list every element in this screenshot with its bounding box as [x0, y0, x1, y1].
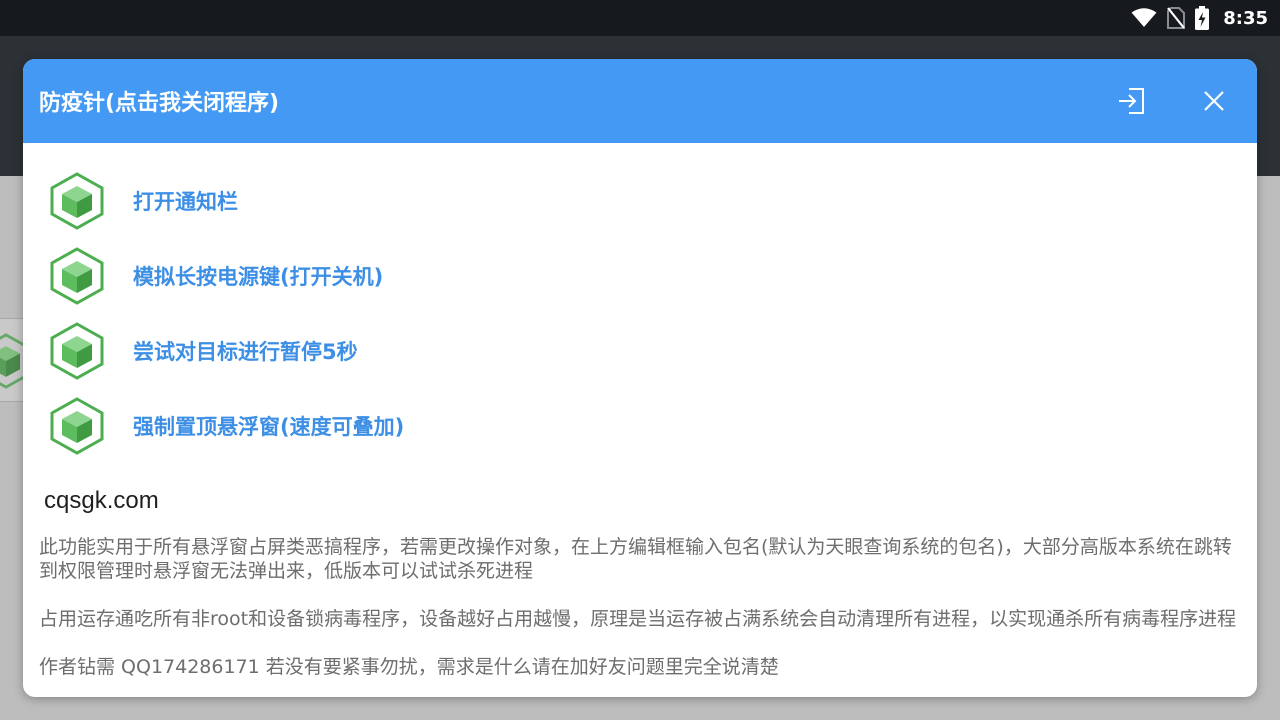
- exit-icon: [1119, 88, 1144, 114]
- menu-item-force-overlay[interactable]: 强制置顶悬浮窗(速度可叠加): [39, 388, 1241, 463]
- battery-charging-icon: [1195, 6, 1210, 30]
- close-icon: [1204, 91, 1224, 111]
- menu-item-label: 强制置顶悬浮窗(速度可叠加): [133, 414, 405, 439]
- close-button[interactable]: [1196, 83, 1232, 119]
- description-memory: 占用运存通吃所有非root和设备锁病毒程序，设备越好占用越慢，原理是当运存被占满…: [39, 608, 1237, 630]
- description-author: 作者钻需 QQ174286171 若没有要紧事勿扰，需求是什么请在加好友问题里完…: [39, 656, 779, 678]
- status-bar: 8:35: [0, 0, 1280, 36]
- status-clock: 8:35: [1223, 7, 1268, 29]
- cube-icon: [50, 171, 104, 230]
- menu-item-open-notification[interactable]: 打开通知栏: [39, 163, 1241, 238]
- dialog-header[interactable]: 防疫针(点击我关闭程序): [23, 59, 1257, 143]
- dialog-body: 打开通知栏 模拟长按电源键(打开关机) 尝试对目标进行暂停5秒 强制置顶悬浮窗(…: [23, 143, 1257, 679]
- no-sim-icon: [1167, 7, 1186, 29]
- cube-icon: [50, 321, 104, 380]
- menu-item-long-press-power[interactable]: 模拟长按电源键(打开关机): [39, 238, 1241, 313]
- description-overlay: 此功能实用于所有悬浮窗占屏类恶搞程序，若需更改操作对象，在上方编辑框输入包名(默…: [39, 536, 1232, 582]
- cube-icon: [50, 396, 104, 455]
- dialog-title[interactable]: 防疫针(点击我关闭程序): [39, 85, 279, 117]
- menu-item-label: 尝试对目标进行暂停5秒: [133, 339, 358, 364]
- dialog: 防疫针(点击我关闭程序) 打开通知栏 模拟长按电源键(打开关机) 尝试对目标进行…: [23, 59, 1257, 697]
- site-text: cqsgk.com: [44, 487, 159, 514]
- wifi-icon: [1131, 8, 1157, 28]
- cube-icon: [50, 246, 104, 305]
- menu-item-pause-target[interactable]: 尝试对目标进行暂停5秒: [39, 313, 1241, 388]
- menu-item-label: 打开通知栏: [133, 189, 238, 214]
- exit-button[interactable]: [1113, 83, 1149, 119]
- menu-item-label: 模拟长按电源键(打开关机): [133, 264, 384, 289]
